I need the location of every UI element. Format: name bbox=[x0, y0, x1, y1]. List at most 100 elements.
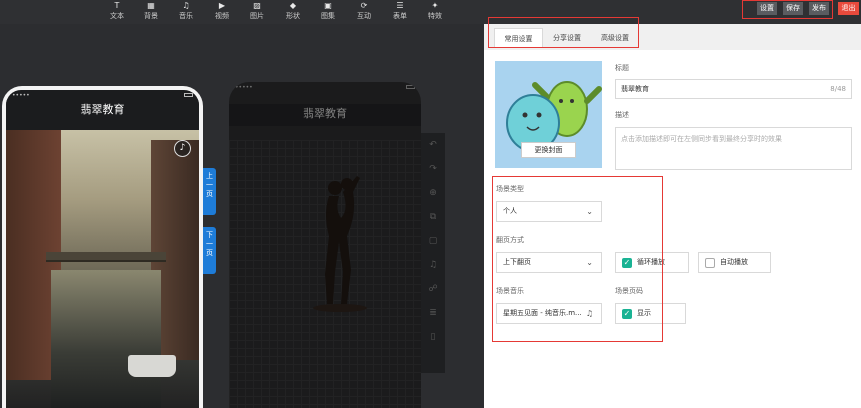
phone-ghost-preview: ••••• 翡翠教育 bbox=[229, 82, 421, 408]
page-number-checkbox[interactable]: ✓ 显示 bbox=[615, 303, 686, 324]
publish-button[interactable]: 发布 bbox=[809, 2, 829, 15]
vertical-toolbar: ↶ ↷ ⊕ ⧉ ▢ ♫ ☍ ≣ ▯ bbox=[421, 133, 445, 373]
frame-icon[interactable]: ▢ bbox=[421, 229, 445, 253]
scene-type-label: 场景类型 bbox=[496, 185, 524, 193]
tool-video[interactable]: ▶ 视频 bbox=[209, 0, 235, 24]
tool-music-label: 音乐 bbox=[179, 12, 193, 20]
tool-interaction[interactable]: ⟳ 互动 bbox=[351, 0, 377, 24]
tab-advanced-settings[interactable]: 高级设置 bbox=[592, 28, 638, 48]
prev-page-button[interactable]: 上一页 bbox=[203, 168, 216, 215]
exit-button[interactable]: 退出 bbox=[838, 2, 859, 15]
chevron-down-icon: ⌄ bbox=[586, 207, 593, 216]
phone-preview: ••••• 翡翠教育 ♪ bbox=[2, 86, 203, 408]
title-input[interactable]: 翡翠教育 8/48 bbox=[615, 79, 852, 99]
tool-background[interactable]: ▦ 背景 bbox=[138, 0, 164, 24]
title-counter: 8/48 bbox=[830, 85, 846, 93]
editor-canvas: ••••• 翡翠教育 ♪ 上一页 下一页 ••••• 翡翠教育 ↶ ↷ ⊕ ⧉ … bbox=[0, 24, 484, 408]
tool-text[interactable]: T 文本 bbox=[104, 0, 130, 24]
page-mode-label: 翻页方式 bbox=[496, 236, 524, 244]
checkbox-checked-icon: ✓ bbox=[622, 258, 632, 268]
scene-type-value: 个人 bbox=[503, 207, 517, 215]
tool-shape[interactable]: ◆ 形状 bbox=[280, 0, 306, 24]
tool-gallery-label: 图集 bbox=[321, 12, 335, 20]
image-icon: ▨ bbox=[253, 1, 261, 10]
battery-icon bbox=[184, 93, 193, 97]
signal-dots: ••••• bbox=[12, 92, 30, 99]
scene-music-value: 星期五见面 - 纯音乐.m... bbox=[503, 309, 582, 317]
loop-play-label: 循环播放 bbox=[637, 258, 665, 266]
tool-form-label: 表单 bbox=[393, 12, 407, 20]
gallery-icon: ▣ bbox=[324, 1, 332, 10]
form-icon: ☰ bbox=[396, 1, 404, 10]
scene-type-select[interactable]: 个人 ⌄ bbox=[496, 201, 602, 222]
ghost-phone-title: 翡翠教育 bbox=[229, 104, 421, 126]
title-label: 标题 bbox=[615, 64, 629, 72]
interaction-icon: ⟳ bbox=[360, 1, 368, 10]
page-mode-select[interactable]: 上下翻页 ⌄ bbox=[496, 252, 602, 273]
list-icon[interactable]: ≣ bbox=[421, 301, 445, 325]
chevron-down-icon: ⌄ bbox=[586, 258, 593, 267]
loop-play-checkbox[interactable]: ✓ 循环播放 bbox=[615, 252, 689, 273]
ghost-battery-icon bbox=[406, 85, 415, 89]
tool-background-label: 背景 bbox=[144, 12, 158, 20]
autoplay-label: 自动播放 bbox=[720, 258, 748, 266]
save-button[interactable]: 保存 bbox=[783, 2, 803, 15]
music-icon: ♫ bbox=[182, 1, 190, 10]
tab-common-settings[interactable]: 常用设置 bbox=[494, 28, 543, 48]
tool-interaction-label: 互动 bbox=[357, 12, 371, 20]
settings-tabs: 常用设置 分享设置 高级设置 bbox=[484, 24, 861, 50]
checkbox-unchecked-icon bbox=[705, 258, 715, 268]
scene-music-select[interactable]: 星期五见面 - 纯音乐.m... ♫ bbox=[496, 303, 602, 324]
scene-photo[interactable]: ♪ bbox=[6, 130, 199, 408]
tool-effects[interactable]: ✦ 特效 bbox=[422, 0, 448, 24]
checkbox-checked-icon: ✓ bbox=[622, 309, 632, 319]
tool-video-label: 视频 bbox=[215, 12, 229, 20]
music-icon[interactable]: ♫ bbox=[421, 253, 445, 277]
phone-status-bar: ••••• bbox=[6, 90, 199, 100]
next-page-button[interactable]: 下一页 bbox=[203, 227, 216, 274]
phone-screen: ••••• 翡翠教育 ♪ bbox=[6, 90, 199, 408]
tool-image[interactable]: ▨ 图片 bbox=[244, 0, 270, 24]
photo-canal bbox=[51, 270, 161, 408]
ghost-signal-dots: ••••• bbox=[235, 84, 253, 91]
effects-icon: ✦ bbox=[431, 1, 439, 10]
music-note-icon: ♫ bbox=[585, 309, 593, 318]
music-toggle-icon[interactable]: ♪ bbox=[174, 140, 191, 157]
page-number-value: 显示 bbox=[637, 309, 651, 317]
ghost-status-bar: ••••• bbox=[229, 82, 421, 92]
photo-bridge bbox=[46, 252, 166, 262]
undo-icon[interactable]: ↶ bbox=[421, 133, 445, 157]
tool-text-label: 文本 bbox=[110, 12, 124, 20]
tab-share-settings[interactable]: 分享设置 bbox=[546, 28, 588, 48]
scene-music-label: 场景音乐 bbox=[496, 287, 524, 295]
shape-icon: ◆ bbox=[289, 1, 297, 10]
redo-icon[interactable]: ↷ bbox=[421, 157, 445, 181]
phone-title: 翡翠教育 bbox=[6, 100, 199, 122]
next-page-label: 下一页 bbox=[206, 231, 213, 257]
top-toolbar: T 文本 ▦ 背景 ♫ 音乐 ▶ 视频 ▨ 图片 ◆ 形状 ▣ 图集 ⟳ 互动 … bbox=[0, 0, 861, 24]
add-icon[interactable]: ⊕ bbox=[421, 181, 445, 205]
page-mode-value: 上下翻页 bbox=[503, 258, 531, 266]
description-textarea[interactable]: 点击添加描述即可在左侧同步看到最终分享时的效果 bbox=[615, 127, 852, 170]
settings-button[interactable]: 设置 bbox=[757, 2, 777, 15]
background-icon: ▦ bbox=[147, 1, 155, 10]
change-cover-button[interactable]: 更换封面 bbox=[521, 142, 576, 158]
tool-shape-label: 形状 bbox=[286, 12, 300, 20]
video-icon: ▶ bbox=[218, 1, 226, 10]
tool-music[interactable]: ♫ 音乐 bbox=[173, 0, 199, 24]
title-value: 翡翠教育 bbox=[621, 85, 649, 93]
couple-silhouette-image[interactable] bbox=[313, 174, 368, 314]
link-icon[interactable]: ☍ bbox=[421, 277, 445, 301]
prev-page-label: 上一页 bbox=[206, 172, 213, 198]
text-icon: T bbox=[114, 1, 120, 10]
settings-panel: 常用设置 分享设置 高级设置 更换封面 标题 翡翠教育 8/48 描述 点击添加… bbox=[484, 24, 861, 408]
cover-image[interactable]: 更换封面 bbox=[495, 61, 602, 168]
copy-icon[interactable]: ⧉ bbox=[421, 205, 445, 229]
page-number-label: 场景页码 bbox=[615, 287, 643, 295]
description-label: 描述 bbox=[615, 111, 629, 119]
phone-icon[interactable]: ▯ bbox=[421, 325, 445, 349]
autoplay-checkbox[interactable]: 自动播放 bbox=[698, 252, 771, 273]
tool-form[interactable]: ☰ 表单 bbox=[387, 0, 413, 24]
photo-boat bbox=[128, 355, 176, 377]
tool-gallery[interactable]: ▣ 图集 bbox=[315, 0, 341, 24]
